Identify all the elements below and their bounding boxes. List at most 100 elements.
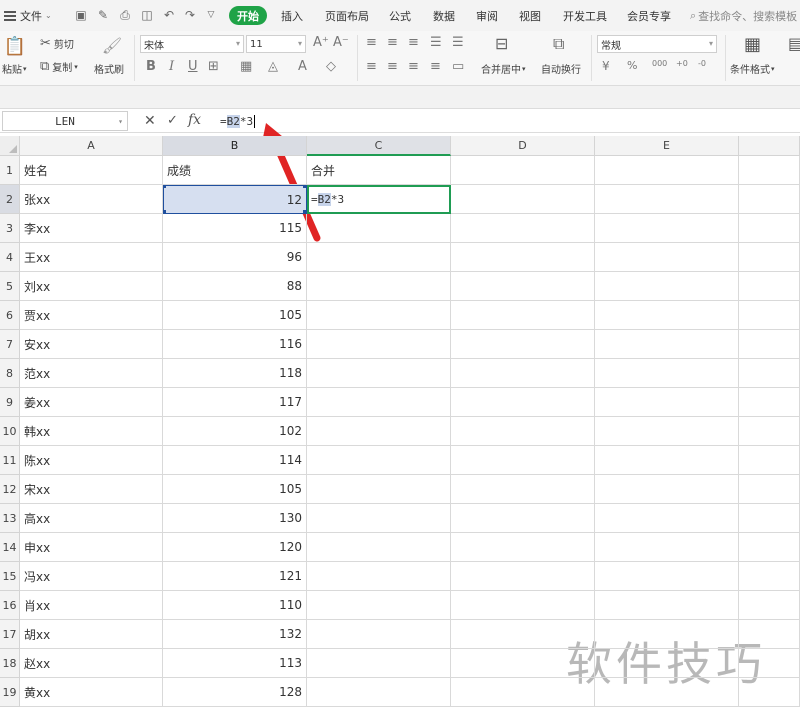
cell[interactable] bbox=[739, 649, 800, 678]
column-header-b[interactable]: B bbox=[163, 136, 307, 156]
row-header[interactable]: 19 bbox=[0, 678, 20, 707]
align-left-icon[interactable]: ≡ bbox=[366, 59, 377, 74]
cell[interactable] bbox=[307, 417, 451, 446]
cell[interactable] bbox=[307, 214, 451, 243]
cell-score[interactable]: 130 bbox=[163, 504, 307, 533]
row-header[interactable]: 16 bbox=[0, 591, 20, 620]
cell-name[interactable]: 冯xx bbox=[20, 562, 163, 591]
cell-score[interactable]: 115 bbox=[163, 214, 307, 243]
cell[interactable] bbox=[595, 504, 739, 533]
cell-score[interactable]: 118 bbox=[163, 359, 307, 388]
tab-review[interactable]: 审阅 bbox=[476, 0, 498, 31]
fx-icon[interactable]: fx bbox=[188, 112, 201, 128]
wrap-text-icon[interactable]: ⧉ bbox=[553, 34, 564, 54]
cell[interactable] bbox=[307, 359, 451, 388]
cell[interactable] bbox=[739, 475, 800, 504]
save-icon[interactable]: ▣ bbox=[73, 7, 89, 23]
preview-icon[interactable]: ◫ bbox=[139, 7, 155, 23]
italic-icon[interactable]: I bbox=[169, 59, 174, 74]
cell[interactable] bbox=[595, 591, 739, 620]
cell-score[interactable]: 102 bbox=[163, 417, 307, 446]
cell-score[interactable]: 110 bbox=[163, 591, 307, 620]
cell[interactable] bbox=[739, 446, 800, 475]
cell[interactable] bbox=[451, 214, 595, 243]
cell[interactable] bbox=[307, 620, 451, 649]
file-menu[interactable]: 文件 ⌄ bbox=[4, 0, 52, 31]
row-header[interactable]: 4 bbox=[0, 243, 20, 272]
cell-score[interactable]: 116 bbox=[163, 330, 307, 359]
copy-button[interactable]: ⧉ 复制 ▾ bbox=[40, 59, 78, 74]
cell[interactable] bbox=[451, 359, 595, 388]
cell[interactable] bbox=[451, 591, 595, 620]
undo-icon[interactable]: ↶ bbox=[161, 7, 177, 23]
merge-center-icon[interactable]: ⊟ bbox=[495, 34, 508, 53]
search-box[interactable]: ⌕ 查找命令、搜索模板 bbox=[690, 0, 797, 31]
cell[interactable] bbox=[451, 417, 595, 446]
selection-handle[interactable] bbox=[164, 186, 166, 188]
cell-score[interactable]: 96 bbox=[163, 243, 307, 272]
cell[interactable] bbox=[307, 475, 451, 504]
brush-icon[interactable]: ✎ bbox=[95, 7, 111, 23]
tab-data[interactable]: 数据 bbox=[433, 0, 455, 31]
cell[interactable] bbox=[739, 591, 800, 620]
cancel-icon[interactable]: ✕ bbox=[144, 113, 156, 129]
cell-name[interactable]: 韩xx bbox=[20, 417, 163, 446]
cell-header[interactable]: 成绩 bbox=[163, 156, 307, 185]
tab-member[interactable]: 会员专享 bbox=[627, 0, 671, 31]
cell-editing[interactable]: = B2 *3 bbox=[307, 185, 451, 214]
distributed-icon[interactable]: ▭ bbox=[452, 59, 464, 74]
row-header[interactable]: 1 bbox=[0, 156, 20, 185]
cell[interactable] bbox=[595, 185, 739, 214]
cell[interactable] bbox=[595, 620, 739, 649]
cell-score[interactable]: 114 bbox=[163, 446, 307, 475]
cell-merge-header[interactable]: 合并 bbox=[307, 156, 451, 185]
cell-name[interactable]: 胡xx bbox=[20, 620, 163, 649]
cell[interactable] bbox=[595, 359, 739, 388]
align-top-icon[interactable]: ≡ bbox=[366, 35, 377, 50]
cell[interactable] bbox=[595, 330, 739, 359]
cell[interactable] bbox=[307, 243, 451, 272]
cell[interactable] bbox=[451, 533, 595, 562]
thousands-icon[interactable]: 000 bbox=[652, 59, 667, 68]
tab-developer[interactable]: 开发工具 bbox=[563, 0, 607, 31]
cell[interactable] bbox=[451, 620, 595, 649]
print-icon[interactable]: ⎙ bbox=[117, 7, 133, 23]
table-style-icon[interactable]: ▤ bbox=[788, 34, 800, 53]
percent-icon[interactable]: % bbox=[627, 59, 637, 72]
conditional-format-icon[interactable]: ▦ bbox=[744, 34, 761, 55]
cell-name[interactable]: 黄xx bbox=[20, 678, 163, 707]
cell[interactable] bbox=[739, 214, 800, 243]
row-header[interactable]: 7 bbox=[0, 330, 20, 359]
cell[interactable] bbox=[739, 620, 800, 649]
cell[interactable] bbox=[451, 330, 595, 359]
name-box[interactable]: LEN ▾ bbox=[2, 111, 128, 131]
cell[interactable] bbox=[595, 678, 739, 707]
cell[interactable] bbox=[451, 446, 595, 475]
column-header-c[interactable]: C bbox=[307, 136, 451, 156]
cell[interactable] bbox=[307, 272, 451, 301]
select-all-corner[interactable] bbox=[0, 136, 20, 156]
cell[interactable] bbox=[739, 562, 800, 591]
clear-icon[interactable]: ◇ bbox=[326, 59, 336, 74]
cell-name[interactable]: 姓名 bbox=[20, 156, 163, 185]
cell[interactable] bbox=[451, 475, 595, 504]
cell-name[interactable]: 宋xx bbox=[20, 475, 163, 504]
border-icon[interactable]: ⊞ bbox=[208, 59, 219, 74]
justify-icon[interactable]: ≡ bbox=[430, 59, 441, 74]
column-header-e[interactable]: E bbox=[595, 136, 739, 156]
tab-view[interactable]: 视图 bbox=[519, 0, 541, 31]
customize-icon[interactable]: ▽ bbox=[203, 7, 219, 23]
cell[interactable] bbox=[739, 359, 800, 388]
cell[interactable] bbox=[307, 330, 451, 359]
cell-name[interactable]: 李xx bbox=[20, 214, 163, 243]
cell[interactable] bbox=[739, 533, 800, 562]
cell[interactable] bbox=[307, 301, 451, 330]
cell[interactable] bbox=[451, 562, 595, 591]
tab-insert[interactable]: 插入 bbox=[281, 0, 303, 31]
column-header-d[interactable]: D bbox=[451, 136, 595, 156]
cut-button[interactable]: ✂ 剪切 bbox=[40, 36, 74, 51]
tab-start[interactable]: 开始 bbox=[229, 6, 267, 25]
cell[interactable] bbox=[595, 243, 739, 272]
row-header[interactable]: 13 bbox=[0, 504, 20, 533]
align-middle-icon[interactable]: ≡ bbox=[387, 35, 398, 50]
